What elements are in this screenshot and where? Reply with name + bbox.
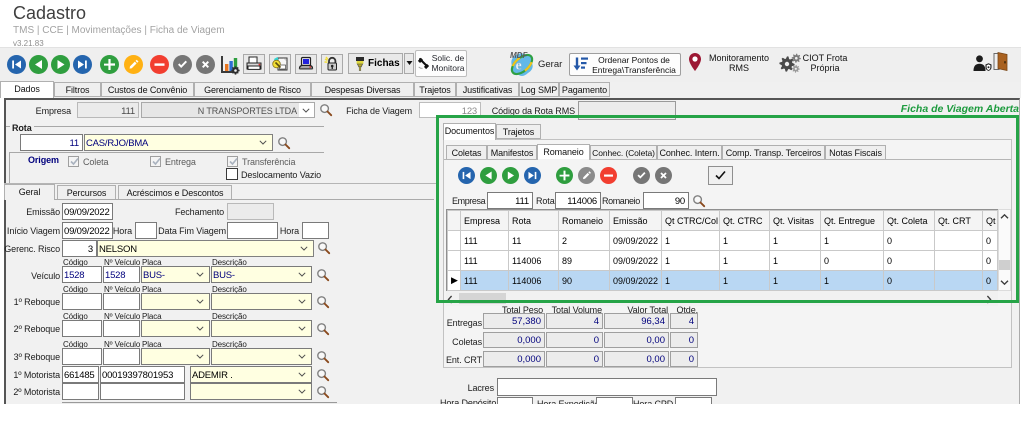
svg-text:e: e: [516, 59, 522, 74]
svg-text:MDF: MDF: [510, 51, 528, 60]
